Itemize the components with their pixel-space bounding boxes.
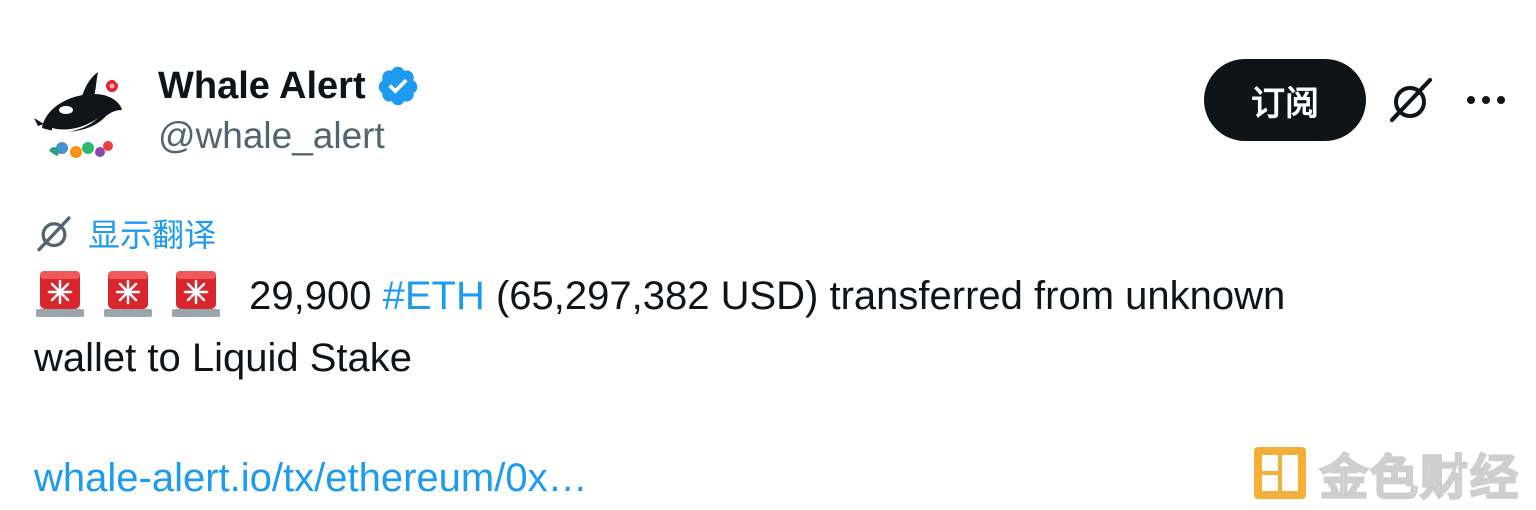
show-translation-link[interactable]: 显示翻译 <box>34 210 216 256</box>
tweet-text: 29,900 #ETH (65,297,382 USD) transferred… <box>34 265 1494 389</box>
tweet-card: Whale Alert @whale_alert 订阅 显示翻译 29,900 … <box>0 0 1536 510</box>
grok-icon <box>1390 78 1432 122</box>
tweet-text-line2: wallet to Liquid Stake <box>34 336 413 380</box>
hashtag-link[interactable]: #ETH <box>383 274 485 318</box>
tweet-text-line1: (65,297,382 USD) transferred from unknow… <box>495 274 1286 318</box>
grok-icon <box>37 216 71 252</box>
tweet-amount: 29,900 <box>249 274 372 318</box>
grok-button[interactable] <box>1384 74 1436 126</box>
watermark: 金色财经 <box>1252 438 1520 508</box>
display-name[interactable]: Whale Alert <box>158 65 366 108</box>
avatar[interactable] <box>32 66 128 162</box>
verified-badge-icon <box>376 64 420 108</box>
watermark-text: 金色财经 <box>1319 449 1521 507</box>
author-name-row: Whale Alert <box>158 64 420 108</box>
more-options-button[interactable] <box>1458 74 1514 126</box>
jinse-logo-icon <box>1254 447 1306 499</box>
transaction-link[interactable]: whale-alert.io/tx/ethereum/0x… <box>34 456 588 501</box>
subscribe-button[interactable]: 订阅 <box>1204 59 1366 141</box>
show-translation-label: 显示翻译 <box>88 216 217 254</box>
rotating-light-icon <box>170 267 222 319</box>
rotating-light-icon <box>34 267 86 319</box>
more-icon <box>1467 96 1505 104</box>
author-handle[interactable]: @whale_alert <box>158 115 385 157</box>
whale-logo-icon <box>32 66 128 162</box>
rotating-light-icon <box>102 267 154 319</box>
